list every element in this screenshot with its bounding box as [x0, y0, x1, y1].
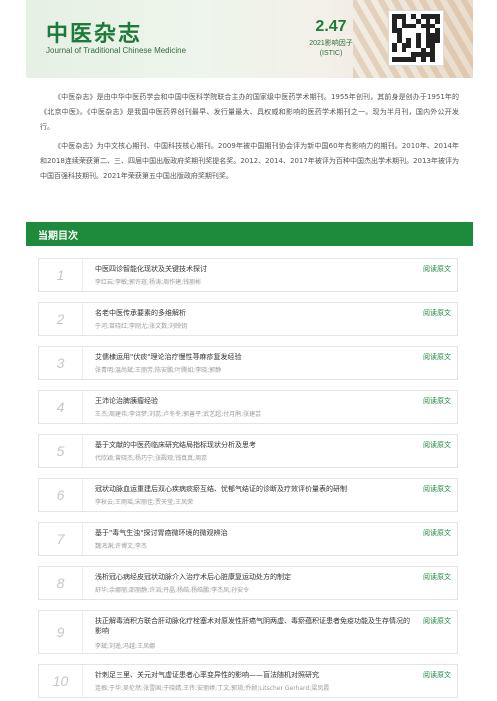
- article-title[interactable]: 王沛论治脾胰瘤经验: [95, 396, 407, 406]
- article-number: 5: [39, 435, 83, 467]
- impact-factor: 2.47 2021影响因子 (ISTIC): [296, 18, 366, 57]
- read-original-link[interactable]: 阅读原文: [423, 616, 451, 626]
- read-original-link[interactable]: 阅读原文: [423, 264, 451, 274]
- article-number: 10: [39, 665, 83, 697]
- read-original-link[interactable]: 阅读原文: [423, 484, 451, 494]
- article-item[interactable]: 5 基于文献的中医药临床研究结局指标现状分析及思考 代欣颖;曾晓杰;杨巧宁;张殿…: [38, 434, 458, 468]
- article-title[interactable]: 艾儒棣运用"伏痰"理论治疗慢性荨麻疹复发经验: [95, 352, 407, 362]
- article-number: 3: [39, 347, 83, 379]
- article-item[interactable]: 8 浅析冠心病经皮冠状动脉介入治疗术后心脏康复运动处方的制定 舒华;余娜丽;邵丽…: [38, 566, 458, 600]
- article-title[interactable]: 基于"毒气生浊"探讨胃癌微环境的微观辨治: [95, 528, 407, 538]
- impact-factor-source: (ISTIC): [319, 50, 343, 57]
- article-item[interactable]: 1 中医四诊智能化现状及关键技术探讨 李红岩;李敏;郭许瑄;杨涛;周作建;钱丽彬…: [38, 258, 458, 292]
- article-authors: 魏鸿渊;许博文;李杰: [95, 543, 148, 550]
- section-title: 当期目次: [38, 231, 78, 242]
- article-authors: 舒华;余娜丽;邵丽静;许滔;丹晶;杨皓;杨皓鹏;李杰凤;孙安令: [95, 587, 250, 594]
- article-item[interactable]: 9 扶正解毒消积方联合肝动脉化疗栓塞术对原发性肝癌气阴两虚、毒瘀蕴积证患者免疫功…: [38, 610, 458, 654]
- article-authors: 于河;苗晓红;李刚尤;张文数;刘映钥: [95, 323, 188, 330]
- article-number: 6: [39, 479, 83, 511]
- article-item[interactable]: 3 艾儒棣运用"伏痰"理论治疗慢性荨麻疹复发经验 张青明;温尚斌;王丽芳;陈安鹏…: [38, 346, 458, 380]
- section-header: 当期目次: [26, 222, 473, 246]
- impact-factor-value: 2.47: [315, 18, 347, 35]
- read-original-link[interactable]: 阅读原文: [423, 440, 451, 450]
- article-item[interactable]: 10 针刺足三里、关元对气虚证患者心率变异性的影响——盲法随机对照研究 连根;于…: [38, 664, 458, 698]
- impact-factor-label: 2021影响因子: [309, 40, 353, 47]
- article-title[interactable]: 扶正解毒消积方联合肝动脉化疗栓塞术对原发性肝癌气阴两虚、毒瘀蕴积证患者免疫功能及…: [95, 616, 413, 636]
- article-title[interactable]: 冠状动脉血运重建后双心疾病痰瘀互结、忧郁气结证的诊断及疗效评价量表的研制: [95, 484, 407, 494]
- journal-header: 中医杂志 Journal of Traditional Chinese Medi…: [26, 0, 473, 78]
- article-authors: 李秋云;王雨瑶;宋丽佳;贾天莹;王凤荣: [95, 499, 194, 506]
- article-item[interactable]: 4 王沛论治脾胰瘤经验 王杰;周建伟;李诗梦;刘蕊;卢冬冬;郭善平;武艺超;付月…: [38, 390, 458, 424]
- read-original-link[interactable]: 阅读原文: [423, 670, 451, 680]
- article-title[interactable]: 基于文献的中医药临床研究结局指标现状分析及思考: [95, 440, 407, 450]
- article-title[interactable]: 名老中医传承要素的多维解析: [95, 308, 407, 318]
- article-number: 7: [39, 523, 83, 555]
- journal-intro: 《中医杂志》是由中华中医药学会和中国中医科学院联合主办的国家级中医药学术期刊。1…: [26, 78, 473, 184]
- article-number: 1: [39, 259, 83, 291]
- page-frame: 中医杂志 Journal of Traditional Chinese Medi…: [26, 0, 473, 701]
- article-title[interactable]: 中医四诊智能化现状及关键技术探讨: [95, 264, 407, 274]
- journal-title: 中医杂志: [46, 21, 143, 47]
- intro-paragraph-1: 《中医杂志》是由中华中医药学会和中国中医科学院联合主办的国家级中医药学术期刊。1…: [40, 93, 459, 131]
- article-item[interactable]: 7 基于"毒气生浊"探讨胃癌微环境的微观辨治 魏鸿渊;许博文;李杰 阅读原文: [38, 522, 458, 556]
- read-original-link[interactable]: 阅读原文: [423, 572, 451, 582]
- qr-code-icon[interactable]: [388, 10, 444, 66]
- article-title[interactable]: 针刺足三里、关元对气虚证患者心率变异性的影响——盲法随机对照研究: [95, 670, 407, 680]
- article-item[interactable]: 6 冠状动脉血运重建后双心疾病痰瘀互结、忧郁气结证的诊断及疗效评价量表的研制 李…: [38, 478, 458, 512]
- read-original-link[interactable]: 阅读原文: [423, 528, 451, 538]
- article-number: 2: [39, 303, 83, 335]
- read-original-link[interactable]: 阅读原文: [423, 352, 451, 362]
- read-original-link[interactable]: 阅读原文: [423, 308, 451, 318]
- article-authors: 王杰;周建伟;李诗梦;刘蕊;卢冬冬;郭善平;武艺超;付月鹃;张建芸: [95, 411, 262, 418]
- article-authors: 李斌;刘遥;冯越;王凤娜: [95, 643, 156, 650]
- article-title[interactable]: 浅析冠心病经皮冠状动脉介入治疗术后心脏康复运动处方的制定: [95, 572, 407, 582]
- article-authors: 代欣颖;曾晓杰;杨巧宁;张殿观;钱真真;周蕊: [95, 455, 208, 462]
- article-authors: 李红岩;李敏;郭许瑄;杨涛;周作建;钱丽彬: [95, 279, 202, 286]
- article-number: 9: [39, 611, 83, 653]
- article-list: 1 中医四诊智能化现状及关键技术探讨 李红岩;李敏;郭许瑄;杨涛;周作建;钱丽彬…: [38, 258, 458, 701]
- article-authors: 连根;于华;吴伦然;张雪国;于晓婧;王传;安丽婷;丁文;郭琦;乔顾;Litsch…: [95, 685, 330, 692]
- article-item[interactable]: 2 名老中医传承要素的多维解析 于河;苗晓红;李刚尤;张文数;刘映钥 阅读原文: [38, 302, 458, 336]
- journal-subtitle: Journal of Traditional Chinese Medicine: [46, 46, 187, 55]
- read-original-link[interactable]: 阅读原文: [423, 396, 451, 406]
- article-number: 4: [39, 391, 83, 423]
- article-number: 8: [39, 567, 83, 599]
- article-authors: 张青明;温尚斌;王丽芳;陈安鹏;叶腾如;李晓;郭静: [95, 367, 222, 374]
- intro-paragraph-2: 《中医杂志》为中文核心期刊、中国科技核心期刊。2009年被中国期刊协会评为新中国…: [40, 142, 459, 180]
